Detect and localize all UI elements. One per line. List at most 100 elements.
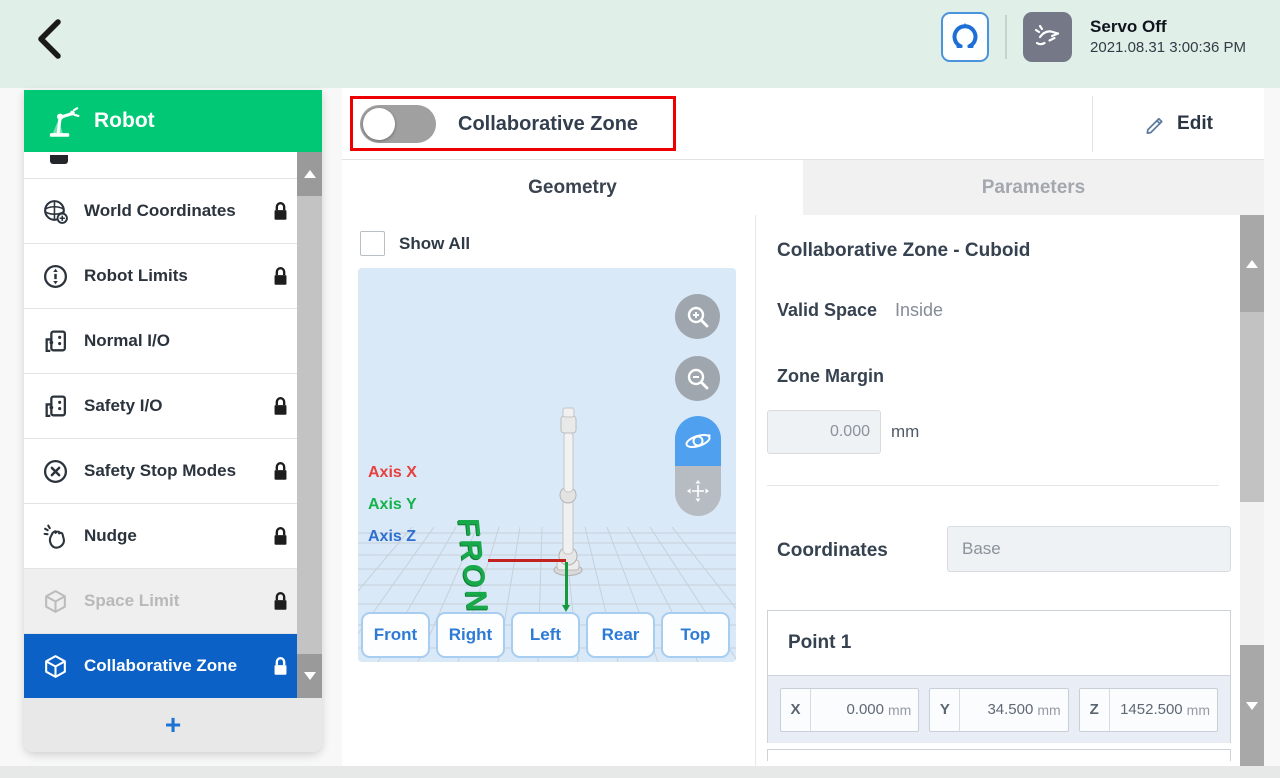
io-icon [42, 328, 69, 355]
orbit-icon [683, 426, 713, 456]
sidebar-item-space-limit[interactable]: Space Limit [24, 568, 322, 633]
red-highlight-rectangle [350, 96, 676, 151]
sidebar-item-nudge[interactable]: Nudge [24, 503, 322, 568]
sidebar-item-world-coordinates[interactable]: World Coordinates [24, 178, 322, 243]
magnifier-minus-icon [684, 365, 712, 393]
details-scrollbar[interactable] [1240, 215, 1264, 766]
zone-margin-input[interactable]: 0.000 [767, 410, 881, 454]
lock-icon [271, 395, 290, 417]
sidebar-scrollbar[interactable] [297, 152, 322, 698]
orbit-button[interactable] [675, 416, 721, 466]
cube-icon [42, 653, 69, 680]
sidebar-item-label: Safety I/O [84, 396, 162, 416]
status-datetime: 2021.08.31 3:00:36 PM [1090, 38, 1246, 58]
point-1-card: Point 1 X 0.000 mm Y 34.500 mm Z 1452.50… [767, 610, 1231, 743]
sidebar-item-normal-io[interactable]: Normal I/O [24, 308, 322, 373]
hand-guiding-icon [1032, 21, 1064, 53]
plus-icon: + [165, 711, 181, 739]
valid-space-value: Inside [895, 300, 943, 321]
robot-limits-icon [42, 263, 69, 290]
cropped-icon [50, 155, 68, 164]
tab-geometry[interactable]: Geometry [342, 160, 803, 215]
sidebar-item-label: Normal I/O [84, 331, 170, 351]
show-all-control: Show All [360, 231, 470, 256]
axis-y-label: Axis Y [368, 496, 417, 514]
show-all-label: Show All [399, 234, 470, 254]
back-button[interactable] [28, 12, 76, 64]
sidebar-item-label: Safety Stop Modes [84, 461, 236, 481]
zone-margin-label: Zone Margin [777, 366, 884, 387]
view-buttons: Front Right Left Rear Top [361, 612, 730, 658]
point-y-field[interactable]: Y 34.500 mm [929, 688, 1068, 732]
valid-space-label: Valid Space [777, 300, 877, 321]
next-point-card-partial [767, 749, 1231, 761]
axis-unit: mm [1187, 702, 1217, 718]
view-button-front[interactable]: Front [361, 612, 430, 658]
lock-icon [271, 200, 290, 222]
axis-unit: mm [888, 702, 918, 718]
io-icon [42, 393, 69, 420]
edit-button[interactable]: Edit [1093, 88, 1264, 160]
zoom-out-button[interactable] [675, 356, 720, 401]
point-z-field[interactable]: Z 1452.500 mm [1079, 688, 1218, 732]
scroll-down-button[interactable] [1240, 645, 1264, 766]
zone-title: Collaborative Zone - Cuboid [777, 240, 1030, 262]
sidebar-title: Robot [94, 109, 155, 133]
pan-arrows-icon [684, 477, 712, 505]
lock-icon [271, 655, 290, 677]
sidebar-item-label: Space Limit [84, 591, 179, 611]
axis-z-label: Axis Z [368, 528, 416, 546]
sidebar-item-partial[interactable] [24, 152, 322, 178]
point-x-field[interactable]: X 0.000 mm [780, 688, 919, 732]
sidebar-header: Robot [24, 90, 322, 152]
add-item-button[interactable]: + [24, 698, 322, 752]
pencil-icon [1144, 113, 1167, 136]
axis-value: 0.000 [811, 701, 888, 718]
hand-guiding-button[interactable] [1023, 12, 1072, 62]
axis-label: Y [930, 689, 960, 731]
bottom-strip [0, 766, 1280, 778]
lock-icon [271, 590, 290, 612]
lock-icon [271, 460, 290, 482]
show-all-checkbox[interactable] [360, 231, 385, 256]
axis-x-label: Axis X [368, 464, 417, 482]
zoom-in-button[interactable] [675, 294, 720, 339]
point-title: Point 1 [768, 611, 1230, 675]
scroll-up-button[interactable] [1240, 215, 1264, 312]
robot-icon [44, 104, 80, 138]
sidebar-list: World Coordinates Robot Limits [24, 152, 322, 698]
zone-margin-unit: mm [891, 422, 919, 442]
main-header: Collaborative Zone Edit [342, 88, 1264, 160]
sidebar-item-safety-io[interactable]: Safety I/O [24, 373, 322, 438]
tab-parameters[interactable]: Parameters [803, 160, 1264, 215]
scroll-up-button[interactable] [297, 152, 322, 196]
coordinates-input[interactable]: Base [947, 526, 1231, 572]
magnifier-plus-icon [684, 303, 712, 331]
view-button-rear[interactable]: Rear [586, 612, 655, 658]
coordinates-label: Coordinates [777, 540, 888, 562]
chevron-left-icon [28, 12, 76, 64]
sidebar-item-label: Nudge [84, 526, 137, 546]
sidebar-item-label: World Coordinates [84, 201, 236, 221]
sidebar-item-safety-stop-modes[interactable]: Safety Stop Modes [24, 438, 322, 503]
sidebar-item-collaborative-zone[interactable]: Collaborative Zone [24, 633, 322, 698]
sidebar-item-robot-limits[interactable]: Robot Limits [24, 243, 322, 308]
view-control-pill [675, 416, 721, 516]
3d-viewport[interactable]: FRONT [358, 268, 736, 662]
axis-label: X [781, 689, 811, 731]
view-button-left[interactable]: Left [511, 612, 580, 658]
triangle-down-icon [304, 672, 316, 680]
point-coordinates-row: X 0.000 mm Y 34.500 mm Z 1452.500 mm [768, 675, 1230, 743]
pan-button[interactable] [675, 466, 721, 516]
scroll-thumb[interactable] [1240, 312, 1264, 502]
scroll-down-button[interactable] [297, 654, 322, 698]
triangle-up-icon [304, 170, 316, 178]
tab-bar: Geometry Parameters [342, 160, 1264, 215]
z-axis-line [565, 562, 568, 606]
nudge-hand-icon [42, 523, 69, 550]
gripper-button[interactable] [941, 12, 989, 62]
view-button-top[interactable]: Top [661, 612, 730, 658]
triangle-down-icon [1246, 702, 1258, 710]
stop-icon [42, 458, 69, 485]
view-button-right[interactable]: Right [436, 612, 505, 658]
